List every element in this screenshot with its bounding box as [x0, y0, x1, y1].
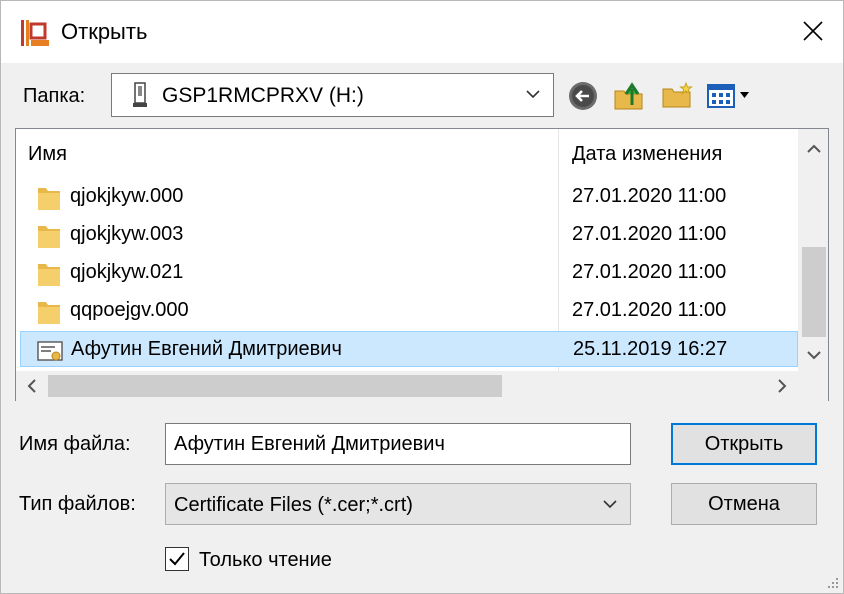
open-file-dialog: Открыть Папка: GSP1RMCPRXV (H:) Имя Дата… [0, 0, 844, 594]
vertical-scrollbar[interactable] [798, 129, 828, 371]
chevron-right-icon [778, 379, 787, 393]
new-folder-button[interactable] [657, 77, 697, 115]
filename-label: Имя файла: [19, 433, 131, 455]
readonly-label[interactable]: Только чтение [199, 549, 332, 572]
back-icon [569, 82, 597, 110]
back-button[interactable] [565, 77, 601, 115]
filetype-label: Тип файлов: [19, 493, 136, 515]
up-folder-button[interactable] [609, 77, 649, 115]
filename-input-box[interactable] [165, 423, 631, 465]
file-date: 27.01.2020 11:00 [572, 261, 727, 283]
folder-icon [38, 188, 60, 210]
view-menu-button[interactable] [703, 77, 759, 115]
new-folder-icon [662, 81, 693, 108]
window-title: Открыть [61, 19, 148, 44]
drive-icon [133, 82, 147, 107]
title-bar: Открыть [1, 1, 843, 63]
file-name: qjokjkyw.000 [70, 185, 184, 207]
file-name: qjokjkyw.003 [70, 223, 184, 245]
folder-icon [38, 264, 60, 286]
column-name-header[interactable]: Имя [28, 143, 67, 166]
folder-icon [38, 302, 60, 324]
horizontal-scrollbar[interactable] [16, 371, 828, 401]
close-icon [803, 21, 823, 41]
file-name: qjokjkyw.021 [70, 261, 184, 283]
horizontal-scroll-thumb[interactable] [48, 375, 502, 397]
chevron-down-icon [807, 351, 821, 360]
chevron-up-icon [807, 144, 821, 153]
list-item[interactable]: qjokjkyw.000 27.01.2020 11:00 [20, 179, 798, 215]
list-item[interactable]: qjokjkyw.003 27.01.2020 11:00 [20, 217, 798, 253]
file-list[interactable]: Имя Дата изменения qjokjkyw.000 27.01.20… [15, 128, 829, 401]
certificate-icon [37, 341, 63, 361]
close-button[interactable] [791, 11, 835, 51]
folder-icon [38, 226, 60, 248]
file-date: 27.01.2020 11:00 [572, 185, 727, 207]
scroll-right-button[interactable] [772, 376, 792, 396]
checkmark-icon [169, 552, 185, 566]
scroll-up-button[interactable] [804, 139, 824, 159]
file-name: Афутин Евгений Дмитриевич [71, 338, 342, 360]
column-date-header[interactable]: Дата изменения [572, 143, 722, 166]
list-item[interactable]: qjokjkyw.021 27.01.2020 11:00 [20, 255, 798, 291]
filetype-dropdown[interactable]: Certificate Files (*.cer;*.crt) [165, 483, 631, 525]
chevron-left-icon [27, 379, 36, 393]
vertical-scroll-thumb[interactable] [802, 247, 826, 337]
file-date: 27.01.2020 11:00 [572, 223, 727, 245]
up-folder-icon [614, 82, 643, 110]
file-date: 25.11.2019 16:27 [573, 338, 728, 360]
readonly-checkbox[interactable] [165, 547, 189, 571]
chevron-down-icon [603, 500, 617, 509]
list-item[interactable]: qqpoejgv.000 27.01.2020 11:00 [20, 293, 798, 329]
scroll-left-button[interactable] [22, 376, 42, 396]
filename-input[interactable] [166, 424, 630, 464]
folder-dropdown[interactable]: GSP1RMCPRXV (H:) [111, 73, 554, 117]
filetype-value: Certificate Files (*.cer;*.crt) [174, 494, 413, 516]
file-name: qqpoejgv.000 [70, 299, 189, 321]
folder-label: Папка: [23, 85, 86, 107]
cancel-button[interactable]: Отмена [671, 483, 817, 525]
list-item-selected[interactable]: Афутин Евгений Дмитриевич 25.11.2019 16:… [20, 331, 798, 367]
open-button[interactable]: Открыть [671, 423, 817, 465]
column-header: Имя Дата изменения [16, 129, 798, 177]
file-date: 27.01.2020 11:00 [572, 299, 727, 321]
app-icon [21, 20, 49, 46]
view-menu-icon [707, 84, 749, 108]
resize-grip-icon[interactable] [823, 573, 841, 591]
scroll-down-button[interactable] [804, 345, 824, 365]
folder-value: GSP1RMCPRXV (H:) [162, 84, 364, 107]
chevron-down-icon [526, 90, 540, 99]
